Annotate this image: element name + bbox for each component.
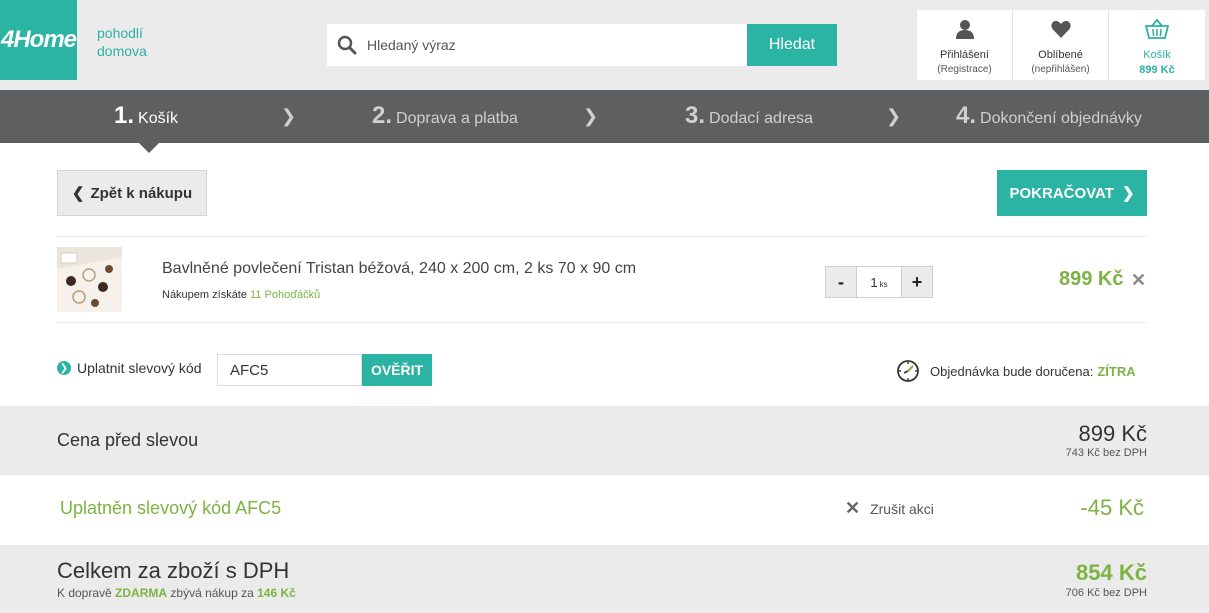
chevron-right-circle-icon: ❯	[57, 361, 71, 375]
product-image[interactable]	[57, 247, 122, 312]
user-icon	[954, 18, 976, 45]
total-label: Celkem za zboží s DPH	[57, 558, 290, 583]
step-shipping: 2. Doprava a platba	[372, 102, 518, 129]
search-input[interactable]	[367, 25, 737, 65]
step-cart: 1. Košík	[114, 102, 179, 129]
active-step-pointer	[139, 143, 159, 153]
applied-discount-row: Uplatněn slevový kód AFC5 ✕ Zrušit akci …	[0, 475, 1209, 545]
discount-amount: -45 Kč	[1080, 495, 1144, 520]
continue-button[interactable]: POKRAČOVAT ❯	[997, 170, 1147, 216]
clock-icon	[896, 359, 920, 383]
step-address: 3. Dodací adresa	[685, 102, 814, 129]
divider	[57, 322, 1147, 323]
remove-item-icon[interactable]: ✕	[1131, 271, 1149, 289]
heart-icon	[1050, 18, 1072, 45]
total-without-vat: 706 Kč bez DPH	[1065, 587, 1147, 599]
basket-icon	[1144, 18, 1170, 45]
qty-minus-button[interactable]: -	[826, 267, 856, 297]
discount-code-toggle[interactable]: ❯ Uplatnit slevový kód	[57, 360, 202, 376]
chevron-right-icon: ❯	[1121, 185, 1135, 202]
cart-label: Košík	[1143, 49, 1171, 61]
product-name[interactable]: Bavlněné povlečení Tristan béžová, 240 x…	[162, 260, 636, 278]
qty-plus-button[interactable]: +	[902, 267, 932, 297]
price-before-discount-row: Cena před slevou 899 Kč 743 Kč bez DPH	[0, 406, 1209, 475]
qty-value[interactable]: 1 ks	[856, 267, 902, 297]
price-before-value: 899 Kč	[1078, 421, 1148, 446]
divider	[57, 236, 1147, 237]
close-icon: ✕	[845, 498, 861, 518]
site-header: 4Home pohodlí domova Hledat Přihlášení (…	[0, 0, 1209, 90]
search-icon	[327, 24, 367, 66]
price-before-label: Cena před slevou	[57, 430, 199, 450]
checkout-steps: 1. Košík ❯ 2. Doprava a platba ❯ 3. Dodací …	[0, 90, 1209, 143]
chevron-left-icon: ❮	[71, 185, 85, 202]
site-tagline: pohodlí domova	[97, 25, 147, 59]
item-price: 899 Kč	[1059, 268, 1124, 290]
delivery-info: Objednávka bude doručena: ZÍTRA	[896, 359, 1136, 383]
product-points: Nákupem získáte 11 Pohoďáčků	[162, 289, 321, 301]
cart-link[interactable]: Košík 899 Kč	[1109, 10, 1205, 80]
search-box	[327, 24, 747, 66]
login-label: Přihlášení	[940, 49, 989, 61]
user-panel: Přihlášení (Registrace) Oblíbené (nepřih…	[917, 10, 1205, 80]
discount-code-input[interactable]	[217, 354, 362, 386]
quantity-stepper: - 1 ks +	[825, 266, 933, 298]
chevron-right-icon: ❯	[886, 106, 902, 126]
total-row: Celkem za zboží s DPH K dopravě ZDARMA z…	[0, 545, 1209, 613]
price-before-without-vat: 743 Kč bez DPH	[1065, 447, 1147, 459]
favorites-status: (nepřihlášen)	[1031, 64, 1090, 75]
cart-total: 899 Kč	[1139, 64, 1175, 76]
favorites-label: Oblíbené	[1038, 49, 1083, 61]
free-shipping-note: K dopravě ZDARMA zbývá nákup za 146 Kč	[57, 586, 296, 600]
register-label[interactable]: (Registrace)	[937, 64, 991, 75]
step-finish: 4. Dokončení objednávky	[956, 102, 1142, 129]
login-link[interactable]: Přihlášení (Registrace)	[917, 10, 1013, 80]
search-button[interactable]: Hledat	[747, 24, 837, 66]
total-value: 854 Kč	[1076, 560, 1147, 585]
verify-code-button[interactable]: OVĚŘIT	[362, 354, 432, 386]
applied-code-label: Uplatněn slevový kód AFC5	[60, 498, 282, 518]
favorites-link[interactable]: Oblíbené (nepřihlášen)	[1013, 10, 1109, 80]
chevron-right-icon: ❯	[281, 106, 297, 126]
cancel-discount-button[interactable]: ✕ Zrušit akci	[845, 498, 934, 519]
site-logo[interactable]: 4Home	[0, 0, 77, 80]
chevron-right-icon: ❯	[583, 106, 599, 126]
back-to-shop-button[interactable]: ❮ Zpět k nákupu	[57, 170, 207, 216]
